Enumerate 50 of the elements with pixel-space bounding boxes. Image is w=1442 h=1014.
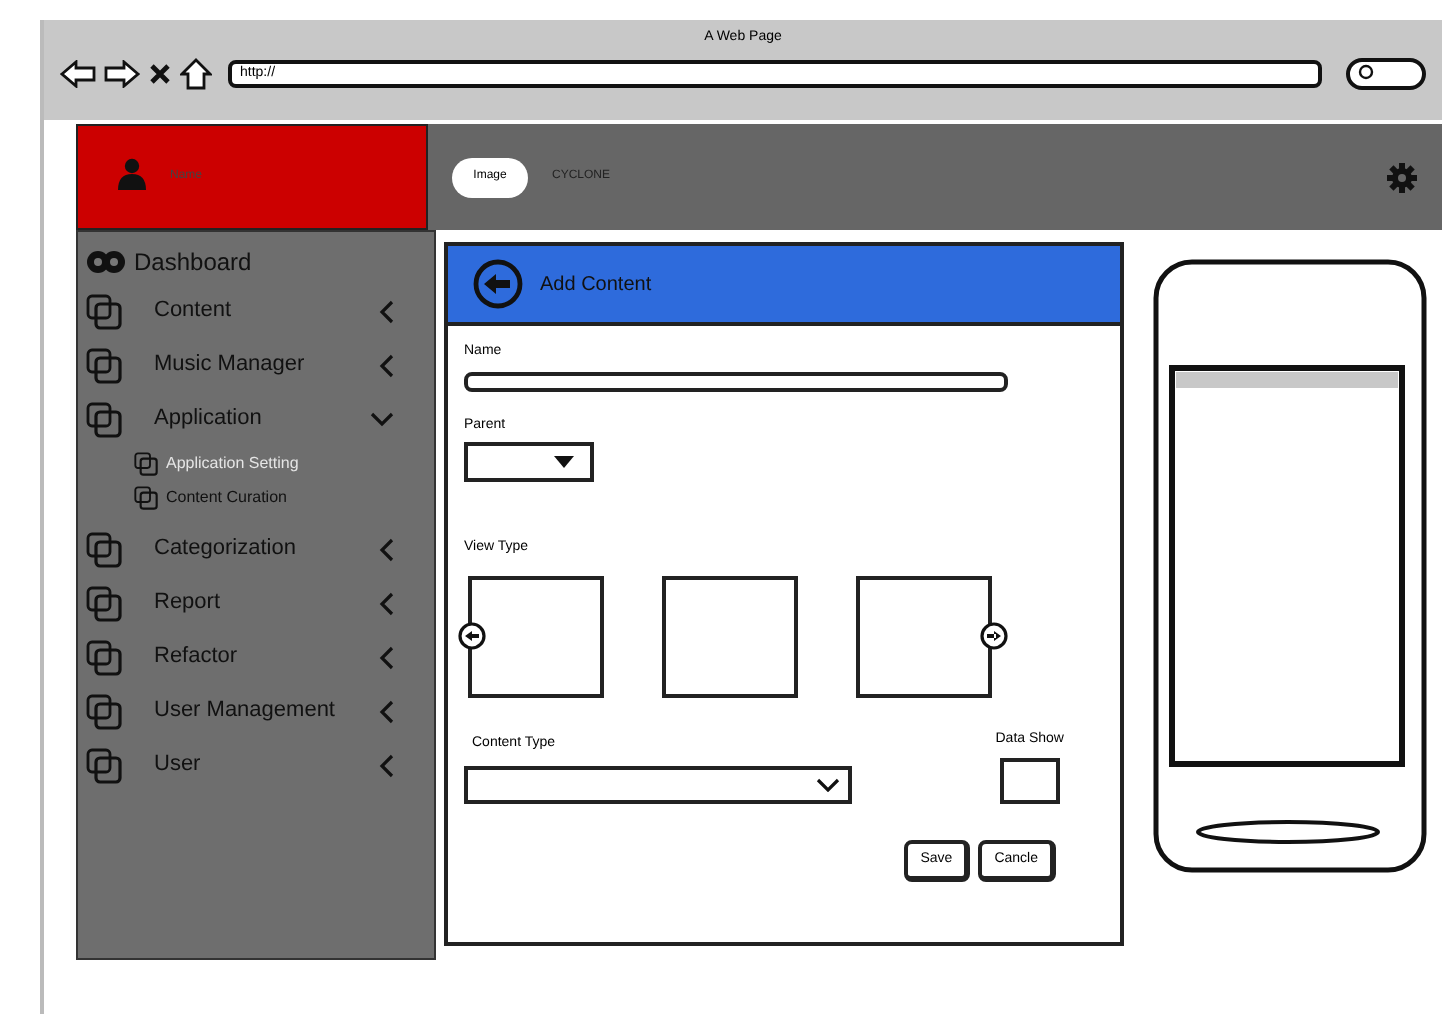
user-icon <box>118 158 146 190</box>
sidebar-item[interactable]: User Management <box>154 694 378 728</box>
sidebar-item[interactable]: Refactor <box>154 640 378 674</box>
next-icon[interactable] <box>980 621 1008 649</box>
caret-icon <box>554 456 574 468</box>
chevron-down-icon[interactable] <box>370 411 394 427</box>
chevron-left-icon[interactable] <box>378 299 394 323</box>
dashboard-icon <box>86 246 126 278</box>
data-show-checkbox[interactable] <box>999 758 1060 804</box>
chevron-left-icon[interactable] <box>378 699 394 723</box>
chevron-left-icon[interactable] <box>378 353 394 377</box>
parent-dropdown[interactable] <box>464 442 594 482</box>
chevron-left-icon[interactable] <box>378 645 394 669</box>
chevron-down-icon <box>816 778 840 792</box>
sidebar-item[interactable]: User <box>154 748 378 782</box>
pages-icon <box>86 747 122 783</box>
submenu-item[interactable]: Application Setting <box>166 451 299 475</box>
close-icon[interactable] <box>148 61 172 85</box>
view-type-option[interactable] <box>662 575 798 697</box>
submenu-item[interactable]: Content Curation <box>166 485 287 509</box>
chevron-left-icon[interactable] <box>378 591 394 615</box>
pages-icon <box>134 485 158 509</box>
view-type-option[interactable] <box>468 575 604 697</box>
sidebar-item[interactable]: Dashboard <box>134 244 252 280</box>
search-icon <box>1358 64 1376 82</box>
view-type-option[interactable] <box>856 575 992 697</box>
chevron-left-icon[interactable] <box>378 753 394 777</box>
name-field[interactable] <box>464 371 1008 391</box>
pages-icon <box>86 401 122 437</box>
pages-icon <box>86 347 122 383</box>
sidebar-item[interactable]: Report <box>154 586 378 620</box>
pages-icon <box>86 293 122 329</box>
search-field[interactable] <box>1346 57 1426 89</box>
sidebar-item[interactable]: Application <box>154 402 370 436</box>
sidebar-item[interactable]: Content <box>154 294 378 328</box>
pages-icon <box>86 693 122 729</box>
panel-title: Add Content <box>540 271 652 299</box>
home-icon[interactable] <box>180 57 212 89</box>
chevron-left-icon[interactable] <box>378 537 394 561</box>
settings-icon[interactable] <box>1386 161 1418 193</box>
previous-icon[interactable] <box>458 621 486 649</box>
pages-icon <box>86 531 122 567</box>
forward-icon[interactable] <box>104 59 140 87</box>
back-icon[interactable] <box>60 59 96 87</box>
sidebar-item[interactable]: Music Manager <box>154 348 378 382</box>
sidebar-item[interactable]: Categorization <box>154 532 378 566</box>
content-type-dropdown[interactable] <box>464 766 852 804</box>
pages-icon <box>86 639 122 675</box>
pages-icon <box>86 585 122 621</box>
pages-icon <box>134 451 158 475</box>
